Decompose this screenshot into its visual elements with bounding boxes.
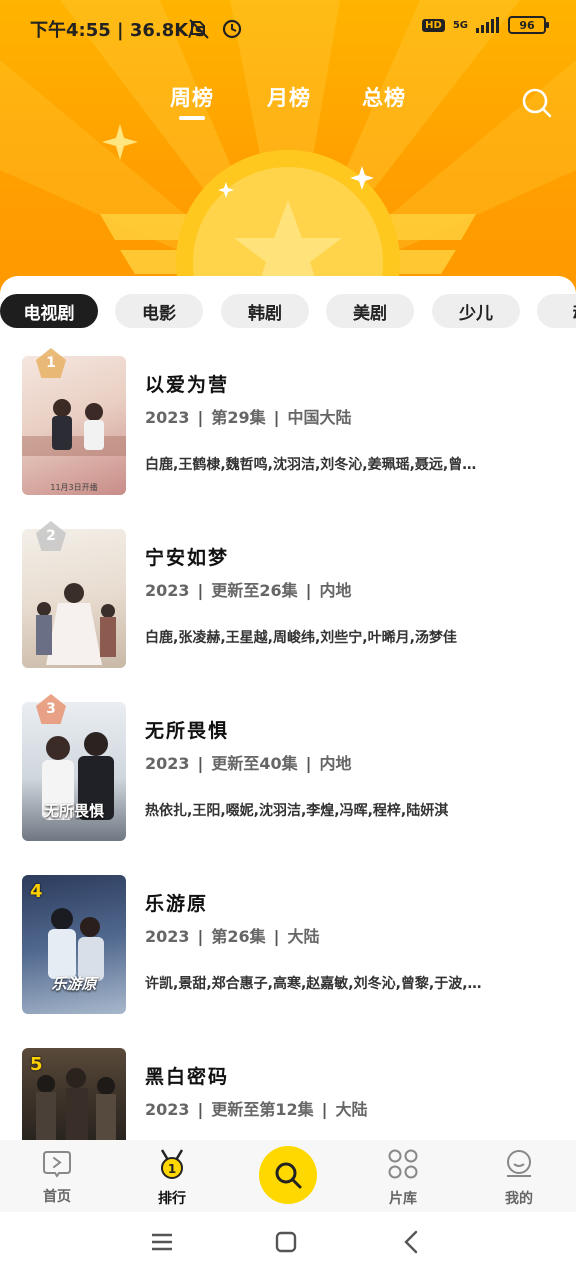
rank-badge: 1 xyxy=(36,348,66,378)
item-year: 2023 xyxy=(145,927,190,946)
poster-title-text: 乐游原 xyxy=(51,975,97,993)
item-episodes: 更新至26集 xyxy=(211,581,298,600)
hd-voice-icon: HD xyxy=(422,18,445,32)
medal-icon: 1 xyxy=(160,1149,184,1179)
signal-icon xyxy=(476,17,499,33)
ranking-panel: 电视剧 电影 韩剧 美剧 少儿 动 11月3日开播 1 以爱为营 2023|第2… xyxy=(0,276,576,1280)
category-kids[interactable]: 少儿 xyxy=(432,294,520,328)
poster-image: 无所畏惧 xyxy=(22,702,126,841)
category-tv-series[interactable]: 电视剧 xyxy=(0,294,98,328)
item-episodes: 更新至40集 xyxy=(211,754,298,773)
svg-text:1: 1 xyxy=(168,1162,176,1176)
item-cast: 白鹿,张凌赫,王星越,周峻纬,刘些宁,叶晞月,汤梦佳 xyxy=(145,630,457,646)
nav-home-label: 首页 xyxy=(43,1189,71,1205)
nav-rank[interactable]: 1 排行 xyxy=(132,1148,212,1208)
mute-and-alarm-icons xyxy=(189,19,242,39)
item-episodes: 第29集 xyxy=(211,408,266,427)
list-item[interactable]: 4 乐游原 乐游原 2023 | 第26集 | 大陆 许凯,景甜,郑合惠子,高寒,赵嘉敏… xyxy=(0,875,576,1025)
item-region: 内地 xyxy=(319,581,352,600)
status-time-speed: 下午4:55 | 36.8K/s xyxy=(30,20,206,41)
list-item[interactable]: 无所畏惧 3 无所畏惧 2023 | 更新至40集 | 内地 热依扎,王阳,啜妮,沈羽洁… xyxy=(0,694,576,852)
category-korean-drama[interactable]: 韩剧 xyxy=(221,294,309,328)
rank-badge: 2 xyxy=(36,521,66,551)
item-region: 大陆 xyxy=(335,1100,368,1119)
ranking-period-tabs: 周榜 月榜 总榜 xyxy=(0,82,576,122)
nav-mine[interactable]: 我的 xyxy=(479,1148,559,1208)
rank-badge: 3 xyxy=(36,694,66,724)
tab-weekly[interactable]: 周榜 xyxy=(170,82,214,120)
item-year: 2023 xyxy=(145,581,190,600)
header-banner: 下午4:55 | 36.8K/s HD 5G 96 周榜 月榜 总榜 xyxy=(0,0,576,300)
nav-mine-label: 我的 xyxy=(505,1191,533,1207)
item-episodes: 更新至第12集 xyxy=(211,1100,314,1119)
item-title: 无所畏惧 xyxy=(145,720,230,742)
poster-release-text: 11月3日开播 xyxy=(50,483,98,492)
search-fab-button[interactable] xyxy=(259,1146,317,1204)
home-square-icon[interactable] xyxy=(274,1230,298,1254)
category-movies[interactable]: 电影 xyxy=(115,294,203,328)
item-region: 中国大陆 xyxy=(287,408,352,427)
poster-rank-number: 5 xyxy=(30,1054,43,1075)
bottom-navigation: 首页 1 排行 片库 我的 xyxy=(0,1140,576,1212)
item-year: 2023 xyxy=(145,754,190,773)
network-type: 5G xyxy=(452,19,468,31)
list-item[interactable]: 11月3日开播 1 以爱为营 2023 | 第29集 | 中国大陆 白鹿,王鹤棣,魏哲鸣… xyxy=(0,348,576,506)
item-cast: 许凯,景甜,郑合惠子,高寒,赵嘉敏,刘冬沁,曾黎,于波,… xyxy=(145,976,482,992)
poster-rank-number: 4 xyxy=(30,881,43,902)
item-year: 2023 xyxy=(145,1100,190,1119)
tab-all-time[interactable]: 总榜 xyxy=(362,82,406,112)
status-bar: 下午4:55 | 36.8K/s HD 5G 96 xyxy=(0,0,576,56)
poster-figures xyxy=(22,399,126,456)
item-meta: 2023 | 更新至第12集 | 大陆 xyxy=(145,1100,368,1119)
poster-title-text: 无所畏惧 xyxy=(43,802,104,820)
item-cast: 白鹿,王鹤棣,魏哲鸣,沈羽洁,刘冬沁,姜珮瑶,聂远,曾… xyxy=(145,457,477,473)
poster-figures xyxy=(36,583,116,665)
nav-rank-label: 排行 xyxy=(158,1191,186,1207)
back-icon[interactable] xyxy=(400,1230,424,1254)
poster-image xyxy=(22,529,126,668)
item-region: 大陆 xyxy=(287,927,320,946)
nav-library[interactable]: 片库 xyxy=(363,1148,443,1208)
item-meta: 2023 | 更新至40集 | 内地 xyxy=(145,754,352,773)
system-navigation-bar xyxy=(0,1212,576,1280)
item-meta: 2023 | 第29集 | 中国大陆 xyxy=(145,408,352,427)
item-cast: 热依扎,王阳,啜妮,沈羽洁,李煌,冯晖,程梓,陆妍淇 xyxy=(145,803,449,819)
item-region: 内地 xyxy=(319,754,352,773)
category-chips: 电视剧 电影 韩剧 美剧 少儿 动 xyxy=(0,294,576,330)
poster-image: 5 xyxy=(22,1048,126,1140)
nav-home[interactable]: 首页 xyxy=(17,1148,97,1206)
item-meta: 2023 | 更新至26集 | 内地 xyxy=(145,581,352,600)
item-title: 宁安如梦 xyxy=(145,547,230,569)
category-anime[interactable]: 动 xyxy=(537,294,576,328)
item-year: 2023 xyxy=(145,408,190,427)
item-meta: 2023 | 第26集 | 大陆 xyxy=(145,927,320,946)
item-title: 乐游原 xyxy=(145,893,209,915)
menu-icon[interactable] xyxy=(150,1230,174,1254)
item-title: 以爱为营 xyxy=(145,374,230,396)
grid-icon xyxy=(388,1149,418,1179)
search-icon[interactable] xyxy=(520,86,554,120)
tab-monthly[interactable]: 月榜 xyxy=(267,82,311,112)
profile-icon xyxy=(507,1150,531,1177)
battery-icon: 96 xyxy=(508,16,549,34)
poster-image: 11月3日开播 xyxy=(22,356,126,495)
nav-library-label: 片库 xyxy=(389,1191,417,1207)
list-item[interactable]: 2 宁安如梦 2023 | 更新至26集 | 内地 白鹿,张凌赫,王星越,周峻纬,刘些宁… xyxy=(0,521,576,679)
item-episodes: 第26集 xyxy=(211,927,266,946)
home-icon xyxy=(43,1151,71,1178)
category-us-drama[interactable]: 美剧 xyxy=(326,294,414,328)
poster-image: 4 乐游原 xyxy=(22,875,126,1014)
search-icon xyxy=(275,1162,302,1189)
item-title: 黑白密码 xyxy=(145,1066,230,1088)
